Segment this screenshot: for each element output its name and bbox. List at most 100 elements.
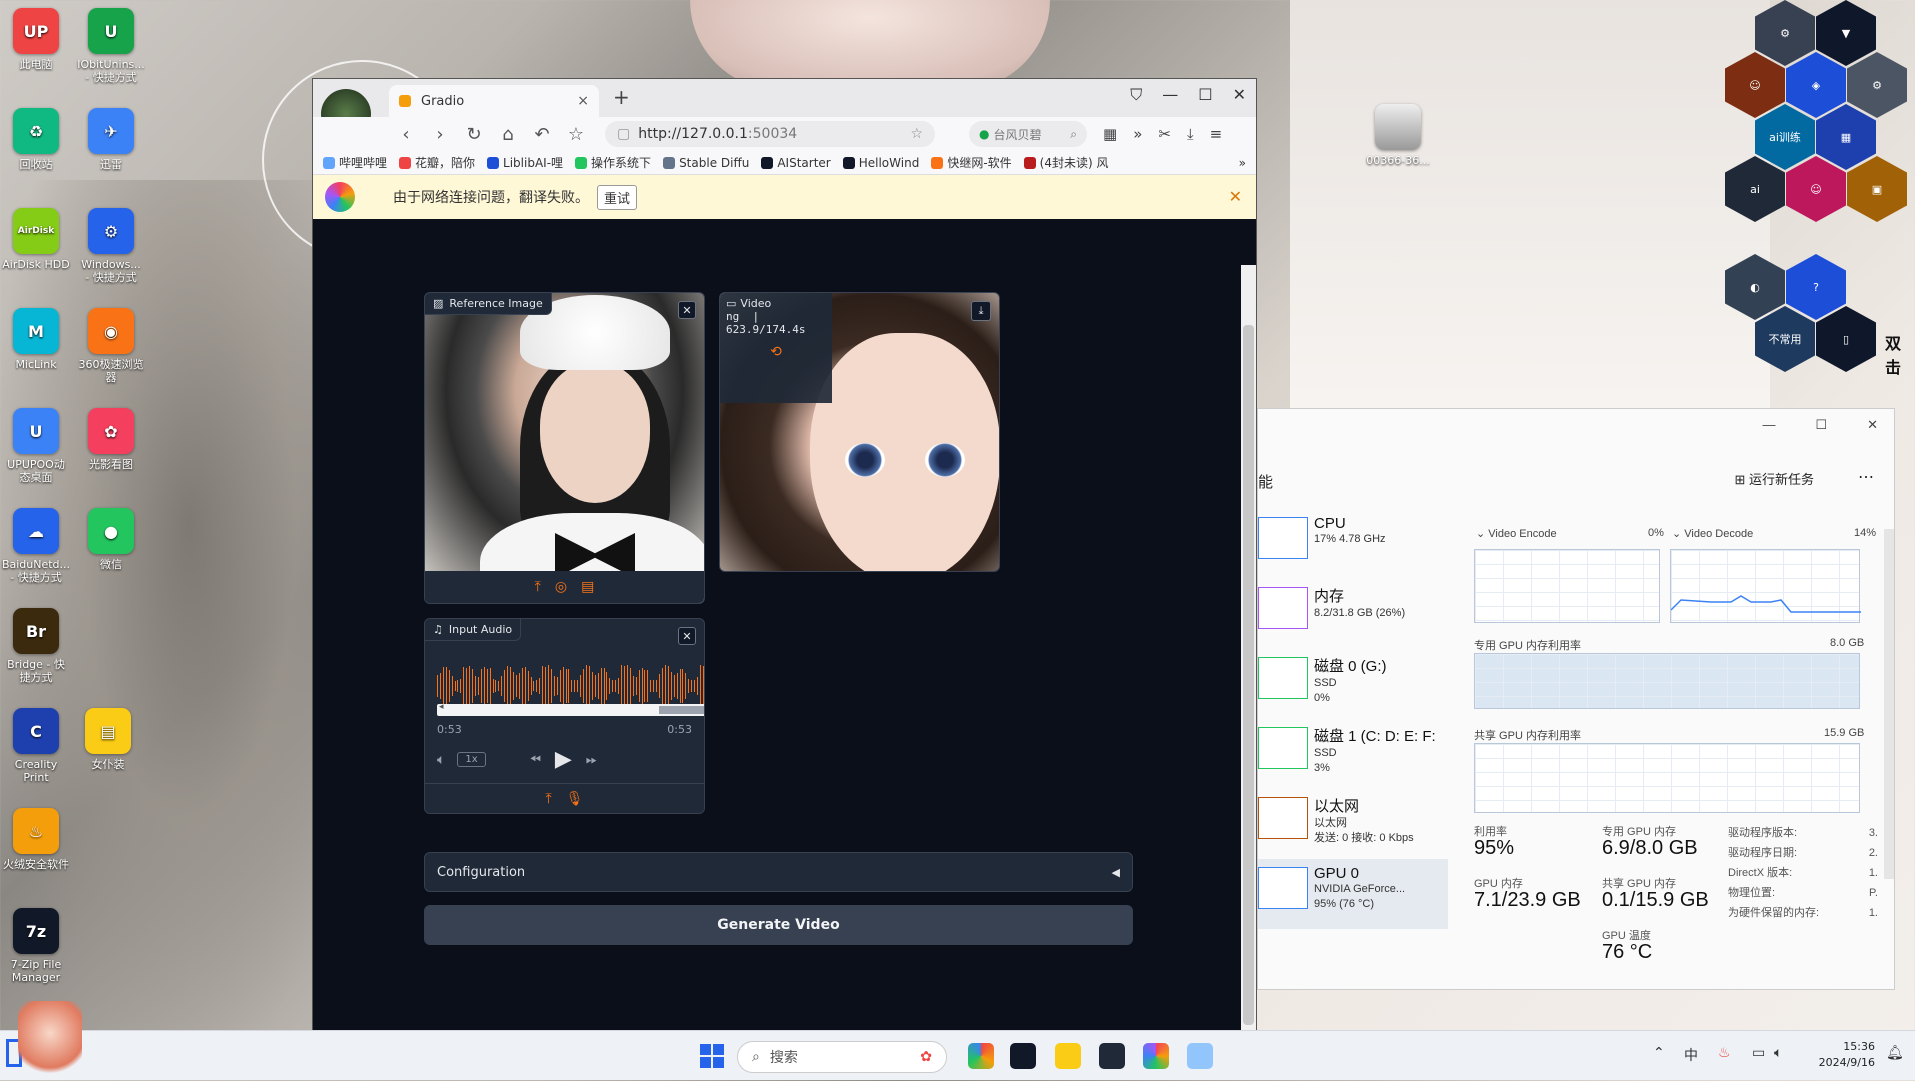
desktop-icon[interactable]: C Creality Print bbox=[0, 708, 72, 784]
bookmark-item[interactable]: 哔哩哔哩 bbox=[323, 154, 387, 171]
resource-item[interactable]: 以太网 以太网 发送: 0 接收: 0 Kbps bbox=[1258, 789, 1448, 859]
tab-close-icon[interactable]: × bbox=[577, 93, 589, 109]
retry-button[interactable]: 重试 bbox=[597, 184, 638, 210]
copilot-icon[interactable] bbox=[968, 1043, 994, 1069]
run-new-task-button[interactable]: ⊞ 运行新任务 bbox=[1734, 469, 1814, 488]
notification-icon[interactable]: 🔔︎ bbox=[1886, 1045, 1904, 1061]
forward-icon[interactable]: › bbox=[423, 124, 457, 145]
search-icon[interactable]: ⌕ bbox=[1070, 127, 1077, 142]
bookmark-item[interactable]: AIStarter bbox=[761, 156, 831, 170]
desktop-icon[interactable]: ✿ 光影看图 bbox=[75, 408, 147, 471]
apps-icon[interactable]: ▦ bbox=[1103, 125, 1117, 143]
pin-icon[interactable]: ⛉ bbox=[1130, 85, 1142, 105]
bookmark-item[interactable]: (4封未读) 风 bbox=[1023, 154, 1108, 171]
maximize-button[interactable]: ☐ bbox=[1198, 85, 1212, 105]
clock[interactable]: 15:36 2024/9/16 bbox=[1819, 1039, 1875, 1071]
app-hex-icon[interactable]: ▼ bbox=[1816, 0, 1876, 66]
bookmark-item[interactable]: Stable Diffu bbox=[663, 156, 749, 170]
extensions-icon[interactable]: » bbox=[1133, 125, 1142, 143]
browser-taskbar-icon[interactable] bbox=[1143, 1043, 1169, 1069]
undo-close-icon[interactable]: ↶ bbox=[525, 124, 559, 145]
terminal-icon[interactable] bbox=[1010, 1043, 1036, 1069]
ai-app-icon[interactable] bbox=[1099, 1043, 1125, 1069]
page-scrollbar[interactable] bbox=[1241, 265, 1256, 1033]
audio-seek-bar[interactable]: ◂ ▸ bbox=[437, 702, 704, 716]
infobar-close-icon[interactable]: ✕ bbox=[1229, 187, 1242, 206]
menu-icon[interactable]: ≡ bbox=[1210, 125, 1223, 143]
desktop-icon[interactable]: 7z 7-Zip File Manager bbox=[0, 908, 72, 984]
close-button[interactable]: ✕ bbox=[1867, 417, 1878, 433]
desktop-icon[interactable]: UP 此电脑 bbox=[0, 8, 72, 71]
network-icon[interactable]: ▭ bbox=[1752, 1045, 1765, 1061]
volume-icon[interactable]: 🔈︎ bbox=[1774, 1045, 1782, 1061]
app-hex-icon[interactable]: ◈ bbox=[1786, 52, 1846, 118]
download-video-icon[interactable]: ⤓ bbox=[971, 301, 991, 321]
ime-indicator[interactable]: 中 bbox=[1684, 1045, 1698, 1065]
playback-speed-button[interactable]: 1x bbox=[457, 752, 486, 767]
gear-hex-icon[interactable]: ⚙ bbox=[1847, 52, 1907, 118]
bookmark-item[interactable]: HelloWind bbox=[842, 156, 919, 170]
taskbar-search[interactable]: ⌕ 搜索 ✿ bbox=[737, 1041, 947, 1073]
bookmark-item[interactable]: 花瓣，陪你 bbox=[399, 154, 475, 171]
desktop-icon[interactable]: M MicLink bbox=[0, 308, 72, 371]
fast-forward-icon[interactable]: ⏩︎ bbox=[586, 752, 597, 768]
volume-icon[interactable]: 🔈︎ bbox=[437, 752, 445, 768]
resource-item[interactable]: CPU 17% 4.78 GHz bbox=[1258, 509, 1448, 579]
desktop-icon[interactable]: ♨ 火绒安全软件 bbox=[0, 808, 72, 871]
desktop-icon[interactable]: ▤ 女仆装 bbox=[72, 708, 144, 771]
search-box[interactable]: ● 台风贝碧 ⌕ bbox=[969, 121, 1087, 147]
desktop-icon[interactable]: ☁ BaiduNetd... - 快捷方式 bbox=[0, 508, 72, 584]
desktop-icon[interactable]: AirDisk AirDisk HDD bbox=[0, 208, 72, 271]
address-bar[interactable]: ▢ http://127.0.0.1:50034 ☆ bbox=[605, 121, 935, 147]
antivirus-tray-icon[interactable]: ♨ bbox=[1718, 1045, 1731, 1061]
taskmgr-scrollbar[interactable] bbox=[1884, 529, 1894, 879]
desktop-icon[interactable]: U UPUPOO动 态桌面 bbox=[0, 408, 72, 484]
clear-image-button[interactable]: ✕ bbox=[678, 301, 696, 319]
file-explorer-icon[interactable] bbox=[1055, 1043, 1081, 1069]
desktop-icon[interactable]: ● 微信 bbox=[75, 508, 147, 571]
bookmark-item[interactable]: LiblibAI-哩 bbox=[487, 154, 563, 171]
desktop-icon[interactable]: ⚙ Windows... - 快捷方式 bbox=[75, 208, 147, 284]
minimize-button[interactable]: — bbox=[1762, 417, 1775, 433]
bookmarks-more-icon[interactable]: » bbox=[1239, 156, 1246, 170]
scrollbar-thumb[interactable] bbox=[1243, 325, 1254, 1025]
generate-video-button[interactable]: Generate Video bbox=[424, 905, 1133, 945]
reload-icon[interactable]: ↻ bbox=[457, 124, 491, 145]
desktop-icon[interactable]: ♻ 回收站 bbox=[0, 108, 72, 171]
resource-item[interactable]: 磁盘 1 (C: D: E: F: SSD 3% bbox=[1258, 719, 1448, 789]
image-hex-icon[interactable]: ▦ bbox=[1816, 104, 1876, 170]
download-icon[interactable]: ⤓ bbox=[1187, 125, 1194, 143]
resource-item[interactable]: 磁盘 0 (G:) SSD 0% bbox=[1258, 649, 1448, 719]
configuration-accordion[interactable]: Configuration ◀ bbox=[424, 852, 1133, 892]
desktop-icon[interactable]: U IObitUnins... - 快捷方式 bbox=[75, 8, 147, 84]
site-info-icon[interactable]: ▢ bbox=[617, 126, 630, 142]
scissors-icon[interactable]: ✂ bbox=[1158, 125, 1171, 143]
upload-audio-icon[interactable]: ⤒ bbox=[546, 791, 552, 807]
start-icon[interactable] bbox=[700, 1044, 724, 1068]
resource-item[interactable]: 内存 8.2/31.8 GB (26%) bbox=[1258, 579, 1448, 649]
task-manager-icon[interactable] bbox=[1187, 1043, 1213, 1069]
desktop-icon[interactable]: ◉ 360极速浏览 器 bbox=[75, 308, 147, 384]
mascot-icon[interactable] bbox=[18, 1001, 82, 1081]
clipboard-icon[interactable]: ▤ bbox=[581, 579, 594, 595]
bookmark-item[interactable]: 快继网-软件 bbox=[931, 154, 1012, 171]
tab-gradio[interactable]: Gradio × bbox=[389, 85, 599, 117]
desktop-icon[interactable]: Br Bridge - 快 捷方式 bbox=[0, 608, 72, 684]
bookmark-item[interactable]: 操作系统下 bbox=[575, 154, 651, 171]
resource-item[interactable]: GPU 0 NVIDIA GeForce... 95% (76 °C) bbox=[1258, 859, 1448, 929]
close-button[interactable]: ✕ bbox=[1233, 85, 1246, 105]
desktop-photo-icon[interactable]: 00366-36... bbox=[1362, 104, 1434, 167]
back-icon[interactable]: ‹ bbox=[389, 124, 423, 145]
tray-chevron-icon[interactable]: ⌃ bbox=[1653, 1045, 1665, 1061]
star-icon[interactable]: ☆ bbox=[910, 126, 923, 142]
webcam-icon[interactable]: ◎ bbox=[555, 579, 567, 595]
bookmark-star-icon[interactable]: ☆ bbox=[559, 124, 593, 145]
maximize-button[interactable]: ☐ bbox=[1815, 417, 1827, 433]
monitor-hex-icon[interactable]: ▣ bbox=[1847, 156, 1907, 222]
clear-audio-button[interactable]: ✕ bbox=[678, 627, 696, 645]
avatar-hex-icon[interactable]: ☺ bbox=[1786, 156, 1846, 222]
app-hex-icon[interactable]: ? bbox=[1786, 254, 1846, 320]
play-icon[interactable]: ▶ bbox=[555, 747, 572, 772]
new-tab-button[interactable]: + bbox=[613, 85, 630, 109]
microphone-icon[interactable]: 🎙︎ bbox=[566, 791, 584, 807]
